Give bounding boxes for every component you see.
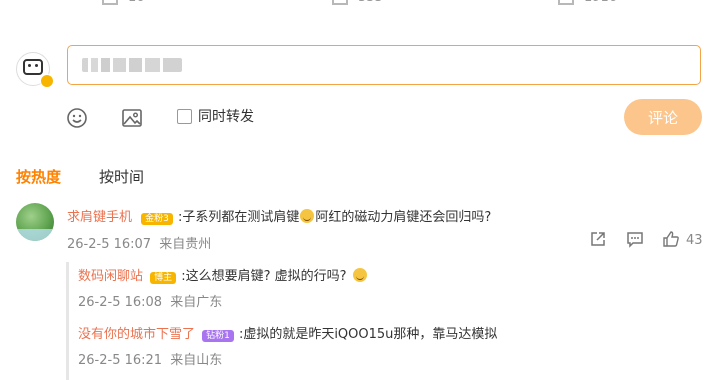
commenter-avatar[interactable] [16,203,54,241]
reply-username[interactable]: 数码闲聊站 [78,269,143,284]
like-icon [558,0,574,5]
comment-meta: 26-2-5 16:07 来自贵州 [67,233,211,252]
comment-location: 来自贵州 [159,237,212,252]
top-action-bar: 16 333 1916 [0,0,720,8]
reply-meta-1: 26-2-5 16:08 来自广东 [78,291,222,310]
fan-badge: 金粉3 [141,213,173,225]
reply-username[interactable]: 没有你的城市下雪了 [78,327,195,342]
share-icon[interactable] [589,230,607,248]
repost-checkbox[interactable] [177,109,192,124]
emoji-icon [352,268,367,282]
image-icon[interactable] [121,107,143,129]
comment-like-count: 43 [686,233,703,248]
comment-action[interactable]: 333 [332,0,383,5]
like-action[interactable]: 1916 [558,0,617,5]
emoji-icon [300,209,315,223]
comment-count: 333 [358,0,383,5]
comment-line: 求肩键手机 金粉3 :子系列都在测试肩键 阿红的磁动力肩键还会回归吗? [67,206,491,225]
reply-text: :虚拟的就是昨天iQOO15u那种，靠马达模拟 [238,327,498,342]
comment-timestamp: 26-2-5 16:07 [67,237,152,252]
repost-icon [102,0,118,5]
reply-text: :这么想要肩键? 虚拟的行吗? [181,269,347,284]
repost-count: 16 [128,0,145,5]
like-count: 1916 [584,0,617,5]
like-icon[interactable] [662,230,680,248]
reply-line-1: 数码闲聊站 博主 :这么想要肩键? 虚拟的行吗? [78,265,368,284]
reply-line-2: 没有你的城市下雪了 钻粉1 :虚拟的就是昨天iQOO15u那种，靠马达模拟 [78,323,497,342]
blogger-badge: 博主 [150,272,177,284]
diamond-fan-badge: 钻粉1 [202,330,234,342]
tab-hot[interactable]: 按热度 [16,166,61,187]
repost-action[interactable]: 16 [102,0,145,5]
comment-text-end: 阿红的磁动力肩键还会回归吗? [315,210,492,225]
reply-timestamp: 26-2-5 16:08 [78,295,163,310]
reply-location: 来自广东 [170,295,223,310]
verified-badge-icon [40,74,54,88]
submit-comment-button[interactable]: 评论 [624,99,702,135]
blurred-input-text [82,58,182,72]
reply-timestamp: 26-2-5 16:21 [78,353,163,368]
comment-text-start: :子系列都在测试肩键 [177,210,300,225]
comment-icon[interactable] [626,230,644,248]
comment-icon [332,0,348,5]
repost-label: 同时转发 [198,109,254,125]
reply-meta-2: 26-2-5 16:21 来自山东 [78,349,222,368]
tab-time[interactable]: 按时间 [99,166,144,187]
reply-thread-line [66,262,69,380]
comment-username[interactable]: 求肩键手机 [67,210,132,225]
reply-location: 来自山东 [170,353,223,368]
emoji-icon[interactable] [66,107,88,129]
